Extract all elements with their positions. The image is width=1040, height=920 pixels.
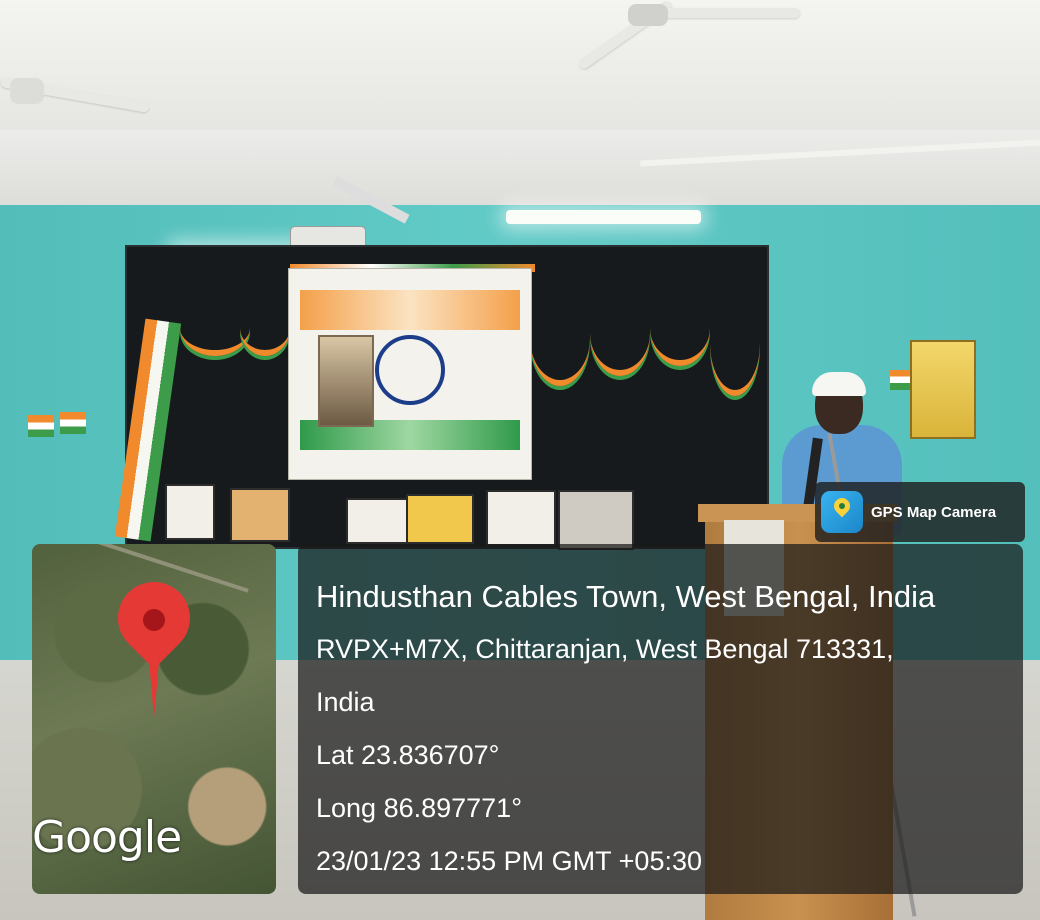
gps-map-camera-icon — [821, 491, 863, 533]
ceiling-beam — [0, 130, 1040, 210]
photo-scene: GPS Map Camera Google Hindusthan Cables … — [0, 0, 1040, 920]
poster-saffron-band — [300, 290, 520, 330]
photo-frame — [558, 490, 634, 550]
datetime-text: 23/01/23 12:55 PM GMT +05:30 — [316, 846, 703, 876]
photo-frame — [406, 494, 474, 544]
photo-frame — [346, 498, 408, 544]
bunting-drape — [650, 290, 710, 366]
ceiling-fan-blade — [660, 8, 800, 18]
photo-frame — [165, 484, 215, 540]
speaker-cap — [812, 372, 866, 396]
tube-light — [506, 210, 701, 224]
gps-badge-label: GPS Map Camera — [871, 503, 997, 521]
photo-frame — [486, 490, 556, 546]
location-info-panel: Hindusthan Cables Town, West Bengal, Ind… — [298, 544, 1023, 894]
address-line-1: RVPX+M7X, Chittaranjan, West Bengal 7133… — [316, 634, 894, 664]
gps-map-camera-badge: GPS Map Camera — [815, 482, 1025, 542]
wall-portrait-frame — [910, 340, 976, 439]
ceiling-fan-hub — [10, 78, 44, 104]
bunting-drape — [240, 300, 290, 356]
photo-frame — [230, 488, 290, 542]
google-logo: Google — [32, 812, 182, 863]
map-road — [95, 544, 249, 593]
longitude-text: Long 86.897771° — [316, 793, 522, 823]
small-flag — [28, 415, 54, 437]
location-pin-center — [143, 609, 165, 631]
pin-dot — [839, 503, 845, 509]
ashoka-chakra — [375, 335, 445, 405]
bunting-drape — [710, 290, 760, 396]
small-flag — [60, 412, 86, 434]
bunting-drape — [530, 290, 590, 386]
address-line-2: India — [316, 687, 375, 717]
ceiling-fan-hub — [628, 4, 668, 26]
bunting-drape — [590, 290, 650, 376]
latitude-text: Lat 23.836707° — [316, 740, 500, 770]
poster-portrait — [318, 335, 374, 427]
location-title: Hindusthan Cables Town, West Bengal, Ind… — [316, 579, 936, 614]
